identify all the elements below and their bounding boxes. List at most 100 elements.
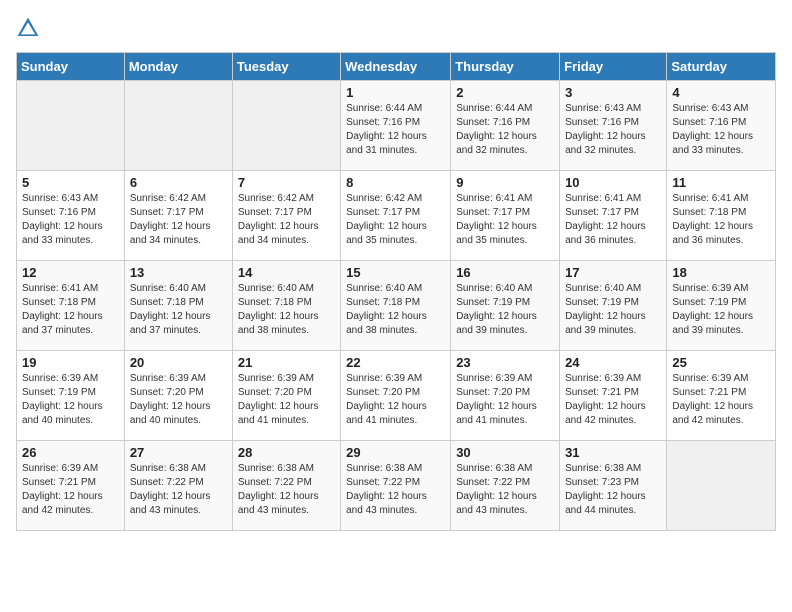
day-cell: 17 Sunrise: 6:40 AM Sunset: 7:19 PM Dayli… xyxy=(560,261,667,351)
day-info: Sunrise: 6:42 AM Sunset: 7:17 PM Dayligh… xyxy=(238,192,335,248)
day-cell: 21 Sunrise: 6:39 AM Sunset: 7:20 PM Dayli… xyxy=(232,351,340,441)
day-number: 12 xyxy=(22,265,119,280)
day-cell: 14 Sunrise: 6:40 AM Sunset: 7:18 PM Dayli… xyxy=(232,261,340,351)
day-cell: 28 Sunrise: 6:38 AM Sunset: 7:22 PM Dayli… xyxy=(232,441,340,531)
week-row-4: 19 Sunrise: 6:39 AM Sunset: 7:19 PM Dayli… xyxy=(17,351,776,441)
day-info: Sunrise: 6:38 AM Sunset: 7:23 PM Dayligh… xyxy=(565,462,661,518)
day-cell: 6 Sunrise: 6:42 AM Sunset: 7:17 PM Daylig… xyxy=(124,171,232,261)
day-info: Sunrise: 6:43 AM Sunset: 7:16 PM Dayligh… xyxy=(22,192,119,248)
day-cell: 19 Sunrise: 6:39 AM Sunset: 7:19 PM Dayli… xyxy=(17,351,125,441)
day-cell: 16 Sunrise: 6:40 AM Sunset: 7:19 PM Dayli… xyxy=(451,261,560,351)
day-cell: 12 Sunrise: 6:41 AM Sunset: 7:18 PM Dayli… xyxy=(17,261,125,351)
day-number: 16 xyxy=(456,265,554,280)
logo-icon xyxy=(16,16,40,40)
day-info: Sunrise: 6:41 AM Sunset: 7:18 PM Dayligh… xyxy=(22,282,119,338)
day-number: 24 xyxy=(565,355,661,370)
day-cell: 22 Sunrise: 6:39 AM Sunset: 7:20 PM Dayli… xyxy=(341,351,451,441)
week-row-5: 26Sunrise: 6:39 AM Sunset: 7:21 PM Dayli… xyxy=(17,441,776,531)
day-info: Sunrise: 6:38 AM Sunset: 7:22 PM Dayligh… xyxy=(346,462,445,518)
header-wednesday: Wednesday xyxy=(341,53,451,81)
day-number: 21 xyxy=(238,355,335,370)
day-cell: 13 Sunrise: 6:40 AM Sunset: 7:18 PM Dayli… xyxy=(124,261,232,351)
day-number: 7 xyxy=(238,175,335,190)
day-info: Sunrise: 6:40 AM Sunset: 7:19 PM Dayligh… xyxy=(565,282,661,338)
day-number: 23 xyxy=(456,355,554,370)
week-row-2: 5 Sunrise: 6:43 AM Sunset: 7:16 PM Daylig… xyxy=(17,171,776,261)
day-cell xyxy=(232,81,340,171)
day-cell: 25Sunrise: 6:39 AM Sunset: 7:21 PM Dayli… xyxy=(667,351,776,441)
week-row-3: 12 Sunrise: 6:41 AM Sunset: 7:18 PM Dayli… xyxy=(17,261,776,351)
header-tuesday: Tuesday xyxy=(232,53,340,81)
day-number: 10 xyxy=(565,175,661,190)
day-cell: 4Sunrise: 6:43 AM Sunset: 7:16 PM Daylig… xyxy=(667,81,776,171)
day-number: 30 xyxy=(456,445,554,460)
day-number: 5 xyxy=(22,175,119,190)
day-cell: 5 Sunrise: 6:43 AM Sunset: 7:16 PM Daylig… xyxy=(17,171,125,261)
day-number: 3 xyxy=(565,85,661,100)
day-info: Sunrise: 6:39 AM Sunset: 7:21 PM Dayligh… xyxy=(672,372,770,428)
day-cell xyxy=(667,441,776,531)
day-info: Sunrise: 6:38 AM Sunset: 7:22 PM Dayligh… xyxy=(456,462,554,518)
day-info: Sunrise: 6:39 AM Sunset: 7:20 PM Dayligh… xyxy=(238,372,335,428)
day-cell: 10Sunrise: 6:41 AM Sunset: 7:17 PM Dayli… xyxy=(560,171,667,261)
day-cell xyxy=(17,81,125,171)
day-number: 18 xyxy=(672,265,770,280)
day-info: Sunrise: 6:42 AM Sunset: 7:17 PM Dayligh… xyxy=(130,192,227,248)
day-cell: 15Sunrise: 6:40 AM Sunset: 7:18 PM Dayli… xyxy=(341,261,451,351)
week-row-1: 1 Sunrise: 6:44 AM Sunset: 7:16 PM Daylig… xyxy=(17,81,776,171)
day-cell: 9 Sunrise: 6:41 AM Sunset: 7:17 PM Daylig… xyxy=(451,171,560,261)
day-cell: 1 Sunrise: 6:44 AM Sunset: 7:16 PM Daylig… xyxy=(341,81,451,171)
day-number: 13 xyxy=(130,265,227,280)
day-number: 17 xyxy=(565,265,661,280)
day-info: Sunrise: 6:39 AM Sunset: 7:20 PM Dayligh… xyxy=(346,372,445,428)
header-thursday: Thursday xyxy=(451,53,560,81)
day-info: Sunrise: 6:41 AM Sunset: 7:18 PM Dayligh… xyxy=(672,192,770,248)
day-cell: 24Sunrise: 6:39 AM Sunset: 7:21 PM Dayli… xyxy=(560,351,667,441)
day-info: Sunrise: 6:43 AM Sunset: 7:16 PM Dayligh… xyxy=(565,102,661,158)
page-header xyxy=(16,16,776,40)
header-row: SundayMondayTuesdayWednesdayThursdayFrid… xyxy=(17,53,776,81)
day-cell xyxy=(124,81,232,171)
day-number: 29 xyxy=(346,445,445,460)
day-number: 11 xyxy=(672,175,770,190)
day-cell: 20Sunrise: 6:39 AM Sunset: 7:20 PM Dayli… xyxy=(124,351,232,441)
day-number: 9 xyxy=(456,175,554,190)
day-cell: 2 Sunrise: 6:44 AM Sunset: 7:16 PM Daylig… xyxy=(451,81,560,171)
day-info: Sunrise: 6:40 AM Sunset: 7:18 PM Dayligh… xyxy=(238,282,335,338)
day-number: 27 xyxy=(130,445,227,460)
day-info: Sunrise: 6:38 AM Sunset: 7:22 PM Dayligh… xyxy=(238,462,335,518)
day-number: 22 xyxy=(346,355,445,370)
day-info: Sunrise: 6:39 AM Sunset: 7:20 PM Dayligh… xyxy=(456,372,554,428)
day-number: 6 xyxy=(130,175,227,190)
header-sunday: Sunday xyxy=(17,53,125,81)
calendar-table: SundayMondayTuesdayWednesdayThursdayFrid… xyxy=(16,52,776,531)
day-number: 31 xyxy=(565,445,661,460)
day-info: Sunrise: 6:40 AM Sunset: 7:18 PM Dayligh… xyxy=(130,282,227,338)
day-number: 4 xyxy=(672,85,770,100)
header-saturday: Saturday xyxy=(667,53,776,81)
day-number: 26 xyxy=(22,445,119,460)
day-number: 2 xyxy=(456,85,554,100)
day-info: Sunrise: 6:39 AM Sunset: 7:20 PM Dayligh… xyxy=(130,372,227,428)
day-cell: 18 Sunrise: 6:39 AM Sunset: 7:19 PM Dayli… xyxy=(667,261,776,351)
day-info: Sunrise: 6:44 AM Sunset: 7:16 PM Dayligh… xyxy=(346,102,445,158)
day-number: 15 xyxy=(346,265,445,280)
day-cell: 23 Sunrise: 6:39 AM Sunset: 7:20 PM Dayli… xyxy=(451,351,560,441)
day-cell: 29 Sunrise: 6:38 AM Sunset: 7:22 PM Dayli… xyxy=(341,441,451,531)
day-number: 8 xyxy=(346,175,445,190)
day-info: Sunrise: 6:42 AM Sunset: 7:17 PM Dayligh… xyxy=(346,192,445,248)
day-number: 28 xyxy=(238,445,335,460)
day-cell: 30 Sunrise: 6:38 AM Sunset: 7:22 PM Dayli… xyxy=(451,441,560,531)
day-cell: 31 Sunrise: 6:38 AM Sunset: 7:23 PM Dayli… xyxy=(560,441,667,531)
day-number: 19 xyxy=(22,355,119,370)
day-number: 1 xyxy=(346,85,445,100)
day-info: Sunrise: 6:41 AM Sunset: 7:17 PM Dayligh… xyxy=(456,192,554,248)
day-info: Sunrise: 6:44 AM Sunset: 7:16 PM Dayligh… xyxy=(456,102,554,158)
day-number: 14 xyxy=(238,265,335,280)
day-cell: 27Sunrise: 6:38 AM Sunset: 7:22 PM Dayli… xyxy=(124,441,232,531)
day-info: Sunrise: 6:39 AM Sunset: 7:19 PM Dayligh… xyxy=(22,372,119,428)
day-info: Sunrise: 6:39 AM Sunset: 7:19 PM Dayligh… xyxy=(672,282,770,338)
header-monday: Monday xyxy=(124,53,232,81)
logo xyxy=(16,16,44,40)
day-info: Sunrise: 6:40 AM Sunset: 7:19 PM Dayligh… xyxy=(456,282,554,338)
